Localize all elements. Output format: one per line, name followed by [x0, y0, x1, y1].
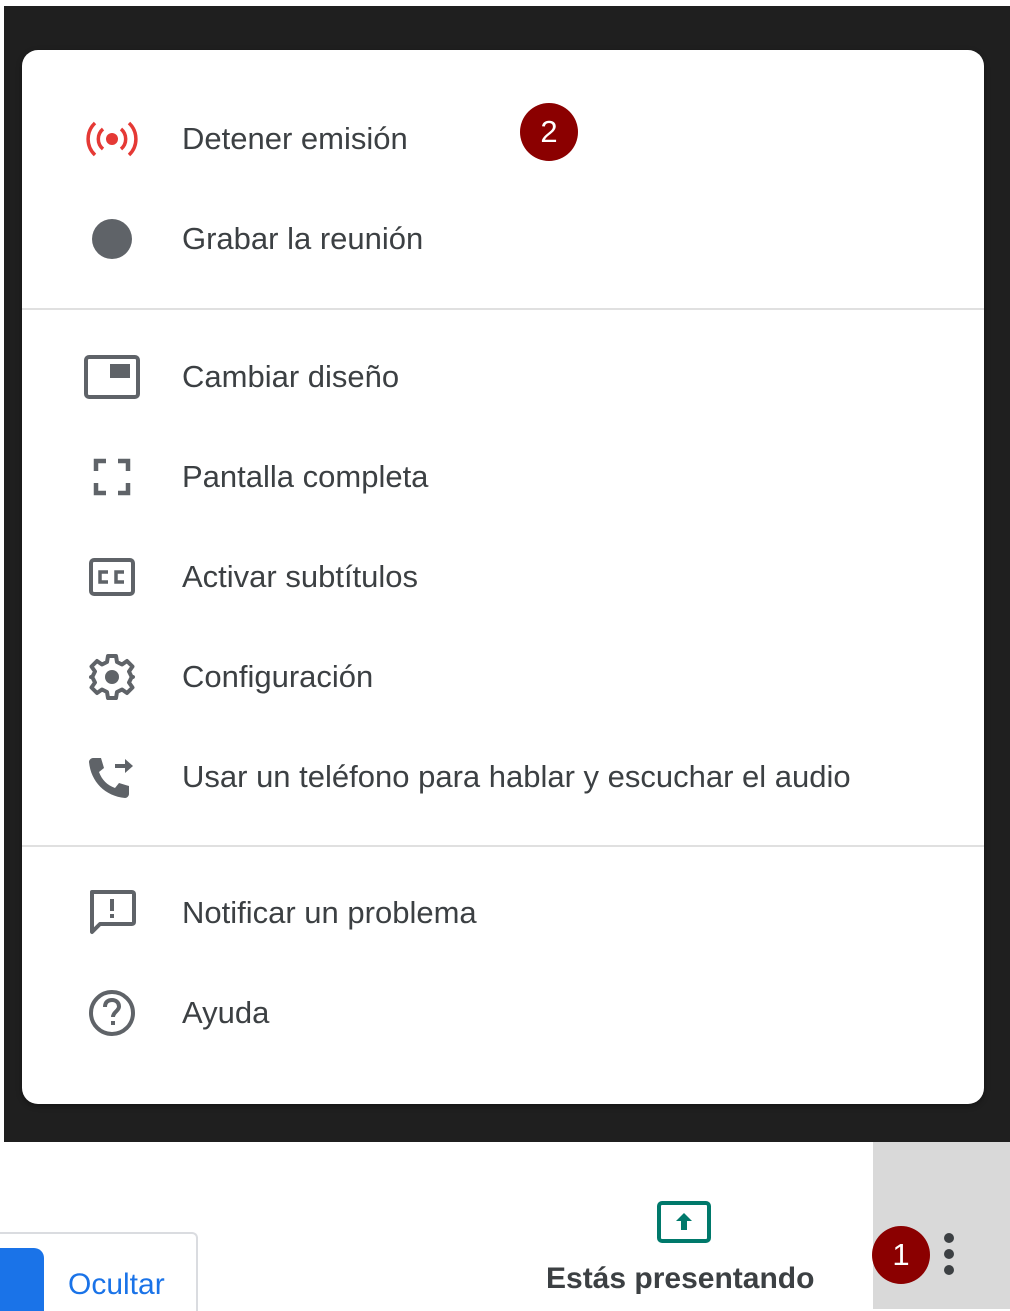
menu-item-stop-broadcast[interactable]: Detener emisión	[22, 89, 984, 189]
menu-divider	[22, 308, 984, 310]
menu-item-label: Configuración	[182, 659, 374, 694]
presentation-panel: Ocultar	[0, 1232, 198, 1311]
step-badge-1: 1	[872, 1226, 930, 1284]
more-vert-icon[interactable]	[935, 1230, 963, 1278]
menu-item-record-meeting[interactable]: Grabar la reunión	[22, 189, 984, 289]
menu-item-label: Usar un teléfono para hablar y escuchar …	[182, 759, 851, 794]
step-badge-2: 2	[520, 103, 578, 161]
menu-item-label: Detener emisión	[182, 121, 408, 156]
phone-forward-icon	[82, 753, 142, 801]
menu-item-captions[interactable]: Activar subtítulos	[22, 527, 984, 627]
menu-item-label: Notificar un problema	[182, 895, 477, 930]
menu-item-help[interactable]: Ayuda	[22, 963, 984, 1063]
menu-item-label: Activar subtítulos	[182, 559, 419, 594]
menu-item-label: Grabar la reunión	[182, 221, 424, 256]
hide-link[interactable]: Ocultar	[68, 1268, 165, 1302]
record-dot-icon	[82, 215, 142, 263]
menu-item-label: Pantalla completa	[182, 459, 429, 494]
more-options-menu: Detener emisión 2 Grabar la reunión Camb…	[22, 50, 984, 1104]
menu-divider	[22, 845, 984, 847]
gear-icon	[82, 653, 142, 701]
layout-icon	[82, 353, 142, 401]
help-circle-icon	[82, 989, 142, 1037]
menu-item-fullscreen[interactable]: Pantalla completa	[22, 427, 984, 527]
closed-captions-icon	[82, 553, 142, 601]
broadcast-icon	[82, 115, 142, 163]
menu-item-label: Cambiar diseño	[182, 359, 400, 394]
presenting-status-label: Estás presentando	[546, 1262, 815, 1295]
menu-item-settings[interactable]: Configuración	[22, 627, 984, 727]
more-options-button[interactable]	[873, 1142, 1010, 1309]
present-control-button[interactable]	[0, 1248, 44, 1311]
fullscreen-icon	[82, 453, 142, 501]
menu-item-use-phone-audio[interactable]: Usar un teléfono para hablar y escuchar …	[22, 727, 984, 827]
present-screen-icon	[656, 1200, 712, 1244]
report-problem-icon	[82, 889, 142, 937]
menu-item-label: Ayuda	[182, 995, 270, 1030]
menu-item-report-problem[interactable]: Notificar un problema	[22, 863, 984, 963]
menu-item-change-layout[interactable]: Cambiar diseño	[22, 327, 984, 427]
